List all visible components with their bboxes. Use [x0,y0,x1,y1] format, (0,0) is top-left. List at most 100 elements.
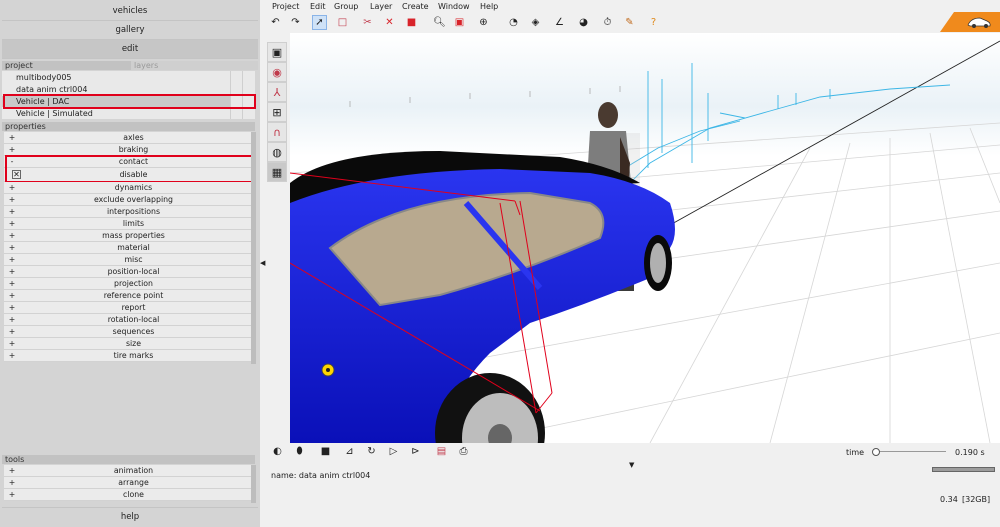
grid-view-icon[interactable]: ▣ [267,42,287,62]
property-row-dynamics[interactable]: + dynamics [4,182,251,194]
property-row-exclude-overlapping[interactable]: + exclude overlapping [4,194,251,206]
property-row-tire-marks[interactable]: + tire marks [4,350,251,362]
tool-row-animation[interactable]: + animation [4,465,251,477]
menu-create[interactable]: Create [402,0,429,13]
refresh-icon[interactable]: ↻ [364,444,379,459]
menu-project[interactable]: Project [272,0,299,13]
play-icon[interactable]: ▷ [386,444,401,459]
collapse-panel-icon[interactable]: ◀ [260,258,266,268]
layers-tab[interactable]: layers [131,61,258,70]
tool-row-clone[interactable]: + clone [4,489,251,501]
property-row-limits[interactable]: + limits [4,218,251,230]
red-box-icon[interactable]: ▣ [452,15,467,30]
time-slider-handle[interactable] [872,448,880,456]
property-row-interpositions[interactable]: + interpositions [4,206,251,218]
magnet-icon[interactable]: ∩ [267,122,287,142]
property-row-size[interactable]: + size [4,338,251,350]
property-label: report [121,303,146,312]
notes-icon[interactable]: ▤ [434,444,449,459]
expand-toggle[interactable]: + [8,278,16,289]
expand-toggle[interactable]: + [8,350,16,361]
pencil-icon[interactable]: ✎ [622,15,637,30]
record-icon[interactable]: ◉ [267,62,287,82]
vector-icon[interactable]: ⅄ [267,82,287,102]
property-row-sequences[interactable]: + sequences [4,326,251,338]
property-row-reference-point[interactable]: + reference point [4,290,251,302]
expand-toggle[interactable]: + [8,489,16,500]
expand-toggle[interactable]: + [8,218,16,229]
red-cube-icon[interactable]: ■ [404,15,419,30]
gallery-button[interactable]: gallery [2,21,258,40]
dial-icon[interactable]: ◔ [506,15,521,30]
project-item-multibody005[interactable]: multibody005 [2,72,230,83]
print-icon[interactable]: ⎙ [456,444,471,459]
gauge-icon[interactable]: ◕ [576,15,591,30]
expand-toggle[interactable]: + [8,144,16,155]
help-button[interactable]: help [2,507,258,527]
menu-help[interactable]: Help [480,0,498,13]
expand-toggle[interactable]: + [8,314,16,325]
time-value: 0.190 s [955,448,985,457]
expand-toggle[interactable]: + [8,302,16,313]
tools-scrollbar[interactable] [251,465,256,503]
time-slider-track[interactable] [873,451,946,452]
property-row-material[interactable]: + material [4,242,251,254]
menu-group[interactable]: Group [334,0,358,13]
black-square-icon[interactable]: ■ [318,444,333,459]
expand-toggle[interactable]: + [8,254,16,265]
property-row-misc[interactable]: + misc [4,254,251,266]
property-row-mass-properties[interactable]: + mass properties [4,230,251,242]
delete-x-icon[interactable]: ✕ [382,15,397,30]
undo-icon[interactable]: ↶ [268,15,283,30]
dropdown-caret-icon[interactable]: ▼ [629,461,634,469]
tools-header: tools [2,455,255,464]
property-label: rotation-local [107,315,160,324]
property-label: braking [118,145,149,154]
tool-row-arrange[interactable]: + arrange [4,477,251,489]
expand-toggle[interactable]: + [8,266,16,277]
cut-scissors-icon[interactable]: ✂ [360,15,375,30]
target-icon[interactable]: ⊕ [476,15,491,30]
expand-toggle[interactable]: + [8,182,16,193]
project-header: project [2,61,131,70]
menu-layer[interactable]: Layer [370,0,392,13]
help-icon[interactable]: ? [646,15,661,30]
expand-toggle[interactable]: + [8,194,16,205]
expand-toggle[interactable]: + [8,465,16,476]
menu-window[interactable]: Window [438,0,470,13]
sphere-icon[interactable]: ◐ [270,444,285,459]
properties-scrollbar[interactable] [251,132,256,364]
property-row-position-local[interactable]: + position-local [4,266,251,278]
rectangle-select-icon[interactable]: □ [335,15,350,30]
color-icon[interactable]: ◍ [267,142,287,162]
property-row-projection[interactable]: + projection [4,278,251,290]
expand-toggle[interactable]: + [8,477,16,488]
expand-toggle[interactable]: + [8,338,16,349]
expand-toggle[interactable]: + [8,326,16,337]
vehicle-icon[interactable]: ⊞ [267,102,287,122]
menu-edit[interactable]: Edit [310,0,326,13]
edit-button[interactable]: edit [2,40,258,59]
vehicles-button[interactable]: vehicles [2,2,258,21]
diamond-icon[interactable]: ◈ [528,15,543,30]
expand-toggle[interactable]: + [8,242,16,253]
property-row-report[interactable]: + report [4,302,251,314]
select-arrow-icon[interactable]: ➚ [312,15,327,30]
3d-viewport[interactable] [290,33,1000,443]
expand-toggle[interactable]: + [8,132,16,143]
time-label: time [846,448,865,457]
step-icon[interactable]: ⊳ [408,444,423,459]
angle-icon[interactable]: ∠ [552,15,567,30]
zoom-icon[interactable]: 🔍︎ [432,15,447,30]
stopwatch-icon[interactable]: ⏱ [600,15,615,30]
chart-icon[interactable]: ⊿ [342,444,357,459]
tire-icon[interactable]: ⬮ [292,444,307,459]
grid-icon[interactable]: ▦ [267,162,287,182]
property-row-rotation-local[interactable]: + rotation-local [4,314,251,326]
expand-toggle[interactable]: + [8,290,16,301]
property-row-axles[interactable]: + axles [4,132,251,144]
expand-toggle[interactable]: + [8,230,16,241]
project-item-vehicle-simulated[interactable]: Vehicle | Simulated [2,108,230,119]
expand-toggle[interactable]: + [8,206,16,217]
redo-icon[interactable]: ↷ [288,15,303,30]
